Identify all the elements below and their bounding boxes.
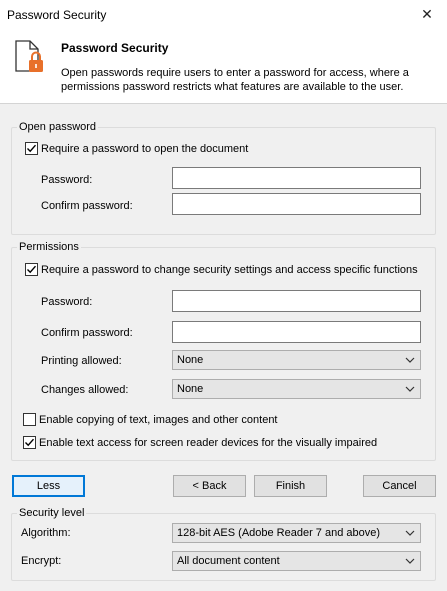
permissions-password-input[interactable]: [172, 290, 421, 312]
printing-allowed-label: Printing allowed:: [41, 355, 122, 367]
changes-allowed-value: None: [177, 383, 204, 395]
permissions-confirm-password-label: Confirm password:: [41, 327, 133, 339]
checkmark-icon: [27, 144, 37, 153]
require-permissions-password-checkbox[interactable]: [25, 263, 38, 276]
encrypt-select[interactable]: All document content: [172, 551, 421, 571]
open-confirm-password-input[interactable]: [172, 193, 421, 215]
checkmark-icon: [25, 438, 35, 447]
chevron-down-icon: [405, 386, 415, 392]
algorithm-select[interactable]: 128-bit AES (Adobe Reader 7 and above): [172, 523, 421, 543]
open-password-group-title: Open password: [17, 121, 99, 133]
open-password-input[interactable]: [172, 167, 421, 189]
require-open-password-label: Require a password to open the document: [41, 143, 249, 155]
printing-allowed-value: None: [177, 354, 204, 366]
open-confirm-password-label: Confirm password:: [41, 200, 133, 212]
finish-button[interactable]: Finish: [254, 475, 327, 497]
algorithm-label: Algorithm:: [21, 527, 71, 539]
enable-copying-checkbox[interactable]: [23, 413, 36, 426]
header-title: Password Security: [61, 41, 169, 55]
changes-allowed-label: Changes allowed:: [41, 384, 129, 396]
open-password-label: Password:: [41, 174, 93, 186]
permissions-password-label: Password:: [41, 296, 93, 308]
chevron-down-icon: [405, 558, 415, 564]
chevron-down-icon: [405, 357, 415, 363]
checkmark-icon: [27, 265, 37, 274]
chevron-down-icon: [405, 530, 415, 536]
cancel-button[interactable]: Cancel: [363, 475, 436, 497]
dialog-header: Password Security Open passwords require…: [0, 28, 447, 104]
require-permissions-password-label: Require a password to change security se…: [41, 264, 418, 276]
require-open-password-checkbox[interactable]: [25, 142, 38, 155]
close-icon[interactable]: ✕: [407, 0, 447, 28]
encrypt-label: Encrypt:: [21, 555, 62, 567]
permissions-confirm-password-input[interactable]: [172, 321, 421, 343]
algorithm-value: 128-bit AES (Adobe Reader 7 and above): [177, 527, 381, 539]
less-button[interactable]: Less: [12, 475, 85, 497]
enable-screen-reader-label: Enable text access for screen reader dev…: [39, 437, 378, 449]
permissions-group-title: Permissions: [17, 241, 81, 253]
back-button[interactable]: < Back: [173, 475, 246, 497]
security-level-group-title: Security level: [17, 507, 87, 519]
printing-allowed-select[interactable]: None: [172, 350, 421, 370]
enable-screen-reader-checkbox[interactable]: [23, 436, 36, 449]
window-title: Password Security: [7, 8, 107, 22]
enable-copying-label: Enable copying of text, images and other…: [39, 414, 278, 426]
document-lock-icon: [15, 40, 43, 72]
header-description: Open passwords require users to enter a …: [61, 67, 409, 93]
title-bar: Password Security ✕: [0, 0, 447, 28]
encrypt-value: All document content: [177, 555, 280, 567]
changes-allowed-select[interactable]: None: [172, 379, 421, 399]
